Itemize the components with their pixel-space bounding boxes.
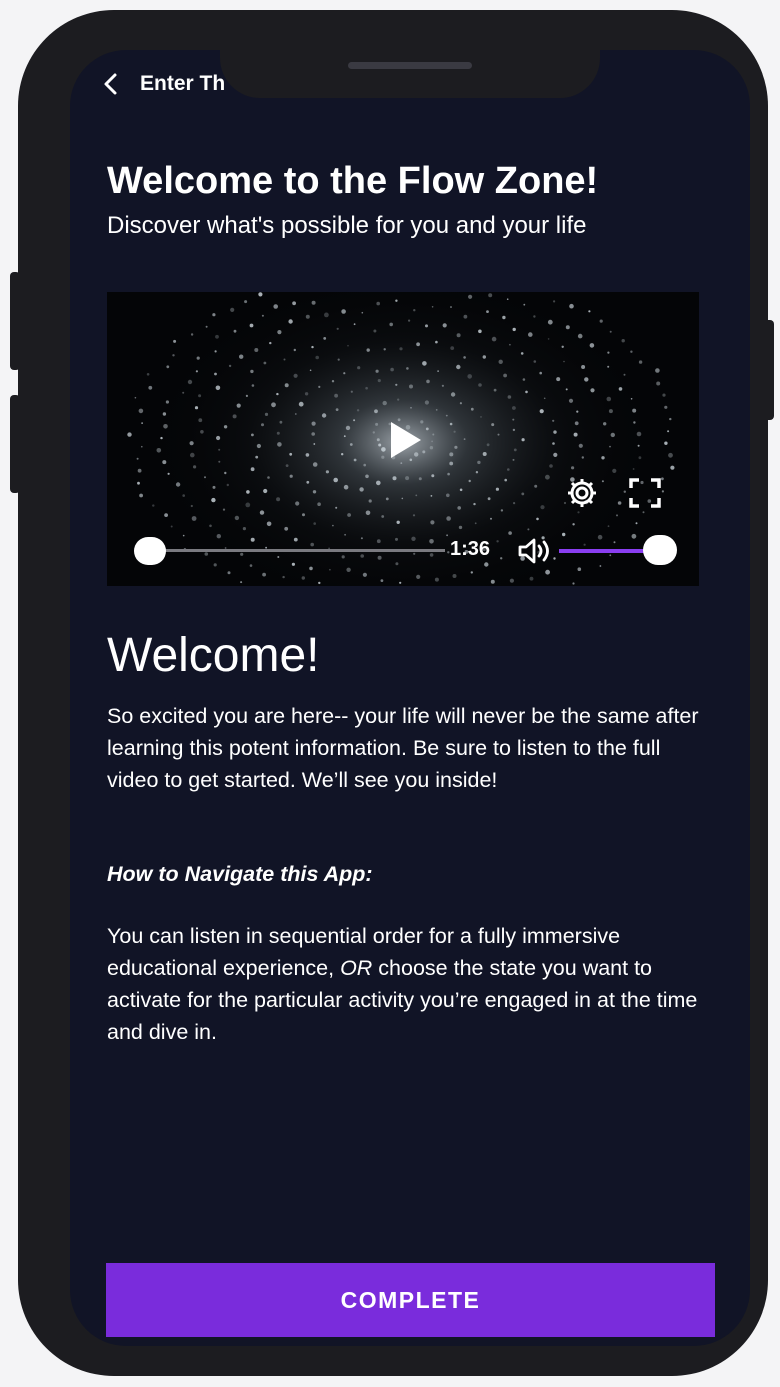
chevron-left-icon[interactable]	[98, 71, 124, 97]
volume-icon[interactable]	[517, 537, 553, 565]
welcome-heading: Welcome!	[107, 629, 320, 682]
app-screen: Enter Th Welcome to the Flow Zone! Disco…	[70, 50, 750, 1346]
video-player[interactable]: 1:36	[107, 292, 699, 586]
page-subtitle: Discover what's possible for you and you…	[107, 212, 587, 239]
speaker-grille	[348, 62, 472, 69]
play-icon[interactable]	[377, 414, 429, 466]
phone-frame: Enter Th Welcome to the Flow Zone! Disco…	[18, 10, 768, 1376]
top-nav: Enter Th	[98, 64, 225, 104]
video-time: 1:36	[450, 538, 491, 560]
settings-gear-icon[interactable]	[565, 476, 599, 510]
progress-track[interactable]	[149, 549, 445, 552]
volume-slider-knob[interactable]	[643, 535, 677, 565]
fullscreen-icon[interactable]	[629, 478, 661, 508]
phone-notch	[220, 50, 600, 98]
progress-scrubber[interactable]	[134, 537, 166, 565]
navigate-or-text: OR	[340, 956, 373, 980]
nav-title: Enter Th	[140, 72, 226, 95]
navigate-heading: How to Navigate this App:	[107, 862, 373, 886]
navigate-paragraph: You can listen in sequential order for a…	[107, 920, 707, 1048]
intro-paragraph: So excited you are here-- your life will…	[107, 704, 699, 792]
page-title: Welcome to the Flow Zone!	[107, 160, 599, 202]
complete-button[interactable]: COMPLETE	[106, 1263, 715, 1337]
